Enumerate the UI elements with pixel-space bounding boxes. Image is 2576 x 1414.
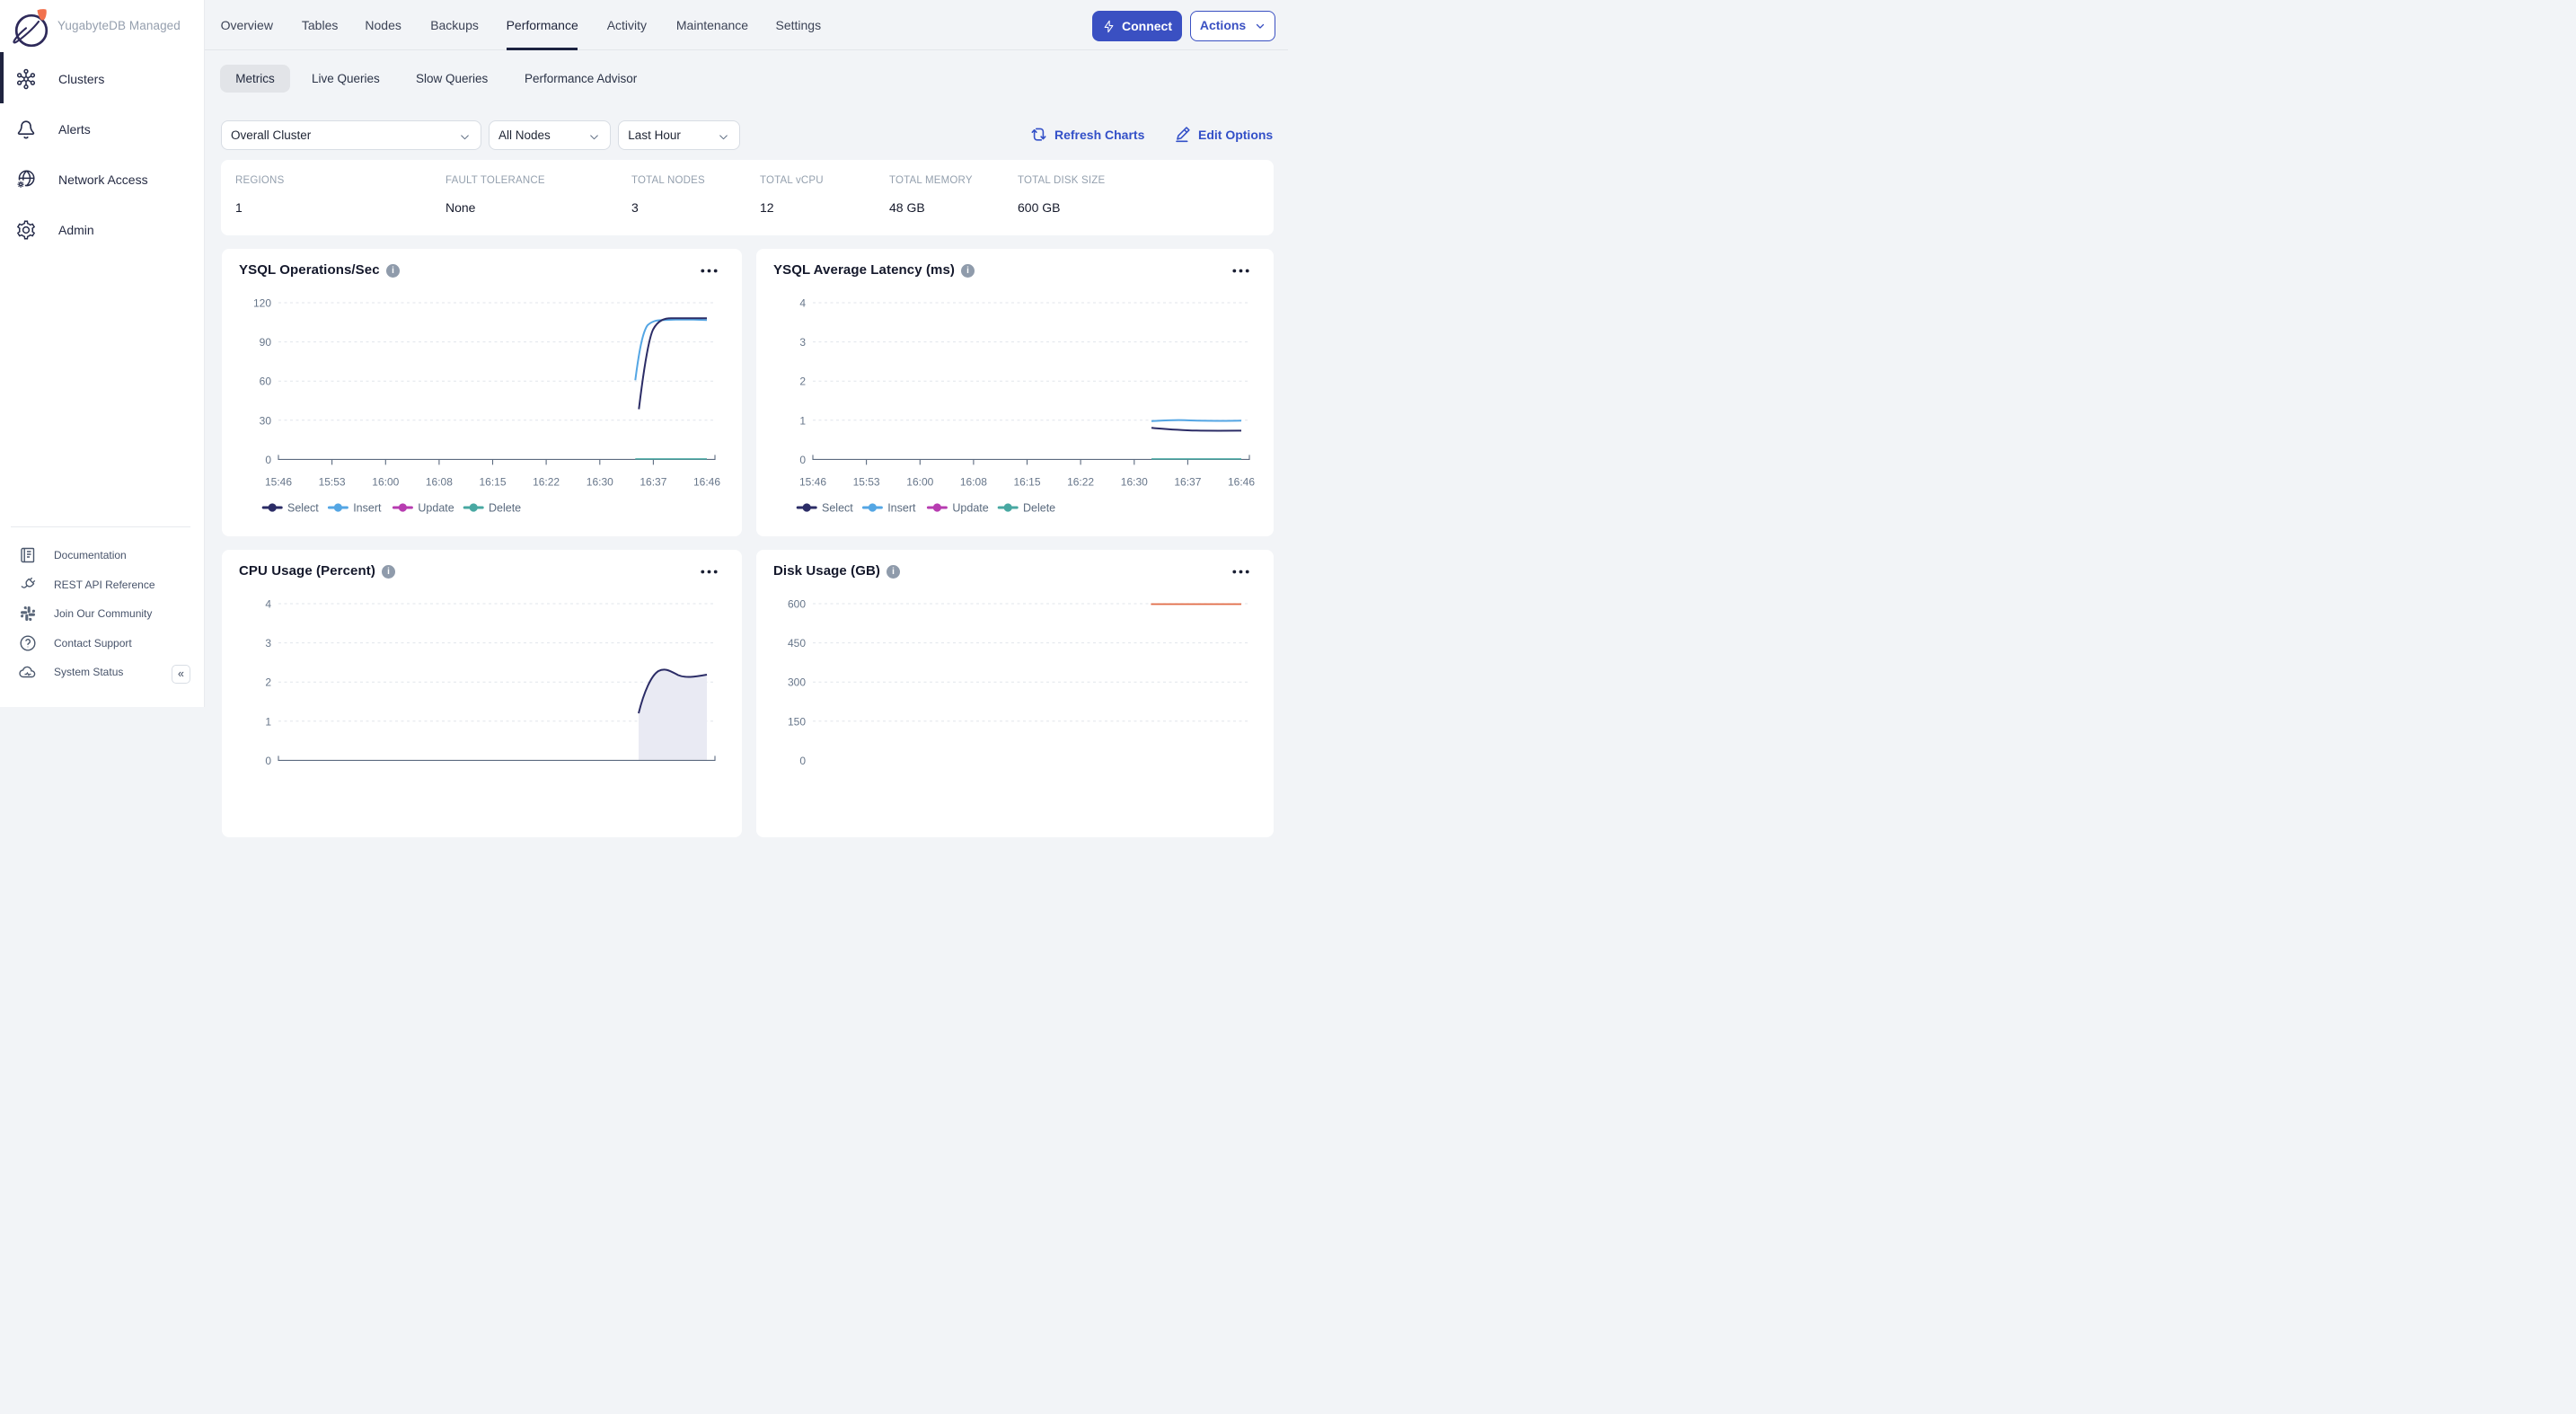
svg-text:16:37: 16:37 <box>640 476 666 489</box>
svg-text:30: 30 <box>260 414 272 427</box>
svg-text:Select: Select <box>822 502 853 515</box>
svg-text:16:15: 16:15 <box>479 476 506 489</box>
svg-text:0: 0 <box>265 454 271 466</box>
svg-text:16:46: 16:46 <box>1228 476 1255 489</box>
svg-text:Update: Update <box>418 502 454 515</box>
svg-text:16:46: 16:46 <box>693 476 720 489</box>
svg-text:Select: Select <box>287 502 319 515</box>
svg-text:60: 60 <box>260 376 272 388</box>
svg-text:Update: Update <box>952 502 988 515</box>
svg-text:16:08: 16:08 <box>960 476 987 489</box>
svg-text:4: 4 <box>265 598 271 611</box>
svg-text:15:53: 15:53 <box>853 476 880 489</box>
svg-text:Insert: Insert <box>353 502 382 515</box>
svg-text:Insert: Insert <box>887 502 916 515</box>
svg-text:16:22: 16:22 <box>533 476 560 489</box>
svg-text:600: 600 <box>788 598 806 611</box>
svg-text:16:22: 16:22 <box>1067 476 1094 489</box>
svg-text:1: 1 <box>265 715 271 728</box>
svg-text:16:00: 16:00 <box>906 476 933 489</box>
svg-text:120: 120 <box>253 297 271 310</box>
svg-text:Delete: Delete <box>489 502 521 515</box>
svg-text:Delete: Delete <box>1023 502 1055 515</box>
svg-text:16:30: 16:30 <box>587 476 613 489</box>
svg-text:0: 0 <box>799 454 806 466</box>
svg-text:150: 150 <box>788 715 806 728</box>
svg-text:90: 90 <box>260 336 272 349</box>
svg-text:15:53: 15:53 <box>319 476 346 489</box>
svg-text:16:15: 16:15 <box>1013 476 1040 489</box>
svg-text:2: 2 <box>265 676 271 689</box>
svg-text:4: 4 <box>799 297 806 310</box>
svg-text:300: 300 <box>788 676 806 689</box>
svg-text:0: 0 <box>265 755 271 767</box>
svg-text:16:00: 16:00 <box>372 476 399 489</box>
svg-text:16:37: 16:37 <box>1174 476 1201 489</box>
svg-text:15:46: 15:46 <box>265 476 292 489</box>
svg-text:16:08: 16:08 <box>426 476 453 489</box>
svg-text:1: 1 <box>799 414 806 427</box>
svg-text:3: 3 <box>799 336 806 349</box>
svg-text:15:46: 15:46 <box>799 476 826 489</box>
svg-text:0: 0 <box>799 755 806 767</box>
svg-text:450: 450 <box>788 637 806 650</box>
svg-text:3: 3 <box>265 637 271 650</box>
svg-text:2: 2 <box>799 376 806 388</box>
svg-text:16:30: 16:30 <box>1121 476 1148 489</box>
